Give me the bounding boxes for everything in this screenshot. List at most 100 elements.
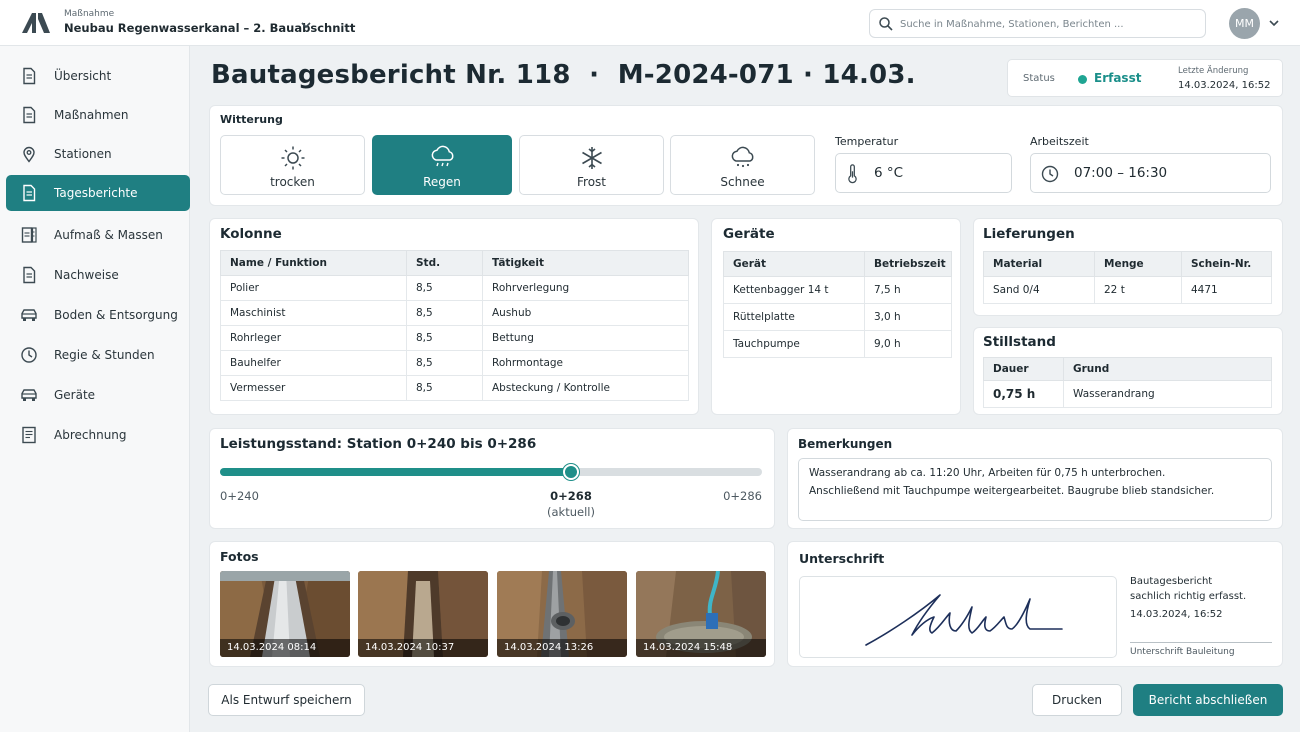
weather-option-label: Frost bbox=[577, 175, 606, 189]
snowflake-icon bbox=[582, 147, 602, 169]
sidebar-item-massnahmen[interactable]: Maßnahmen bbox=[6, 97, 190, 133]
top-bar: Maßnahme Neubau Regenwasserkanal – 2. Ba… bbox=[0, 0, 1300, 46]
column-header: Name / Funktion bbox=[220, 250, 407, 276]
delivery-material: Sand 0/4 bbox=[983, 276, 1095, 304]
crew-activity: Rohrverlegung bbox=[482, 275, 689, 301]
avatar[interactable]: MM bbox=[1229, 8, 1260, 39]
last-change-label: Letzte Änderung bbox=[1178, 66, 1249, 76]
remarks-textarea[interactable]: Wasserandrang ab ca. 11:20 Uhr, Arbeiten… bbox=[798, 458, 1272, 521]
delivery-quantity: 22 t bbox=[1094, 276, 1182, 304]
status-dot-icon bbox=[1078, 75, 1087, 84]
crew-activity: Bettung bbox=[482, 325, 689, 351]
photo-thumbnail[interactable]: 14.03.2024 10:37 bbox=[358, 571, 488, 657]
search-box[interactable] bbox=[869, 9, 1206, 38]
print-button[interactable]: Drucken bbox=[1032, 684, 1122, 716]
document-icon bbox=[19, 105, 39, 125]
downtime-table: Dauer Grund 0,75 h Wasserandrang bbox=[983, 357, 1272, 408]
table-row[interactable]: Bauhelfer 8,5 Rohrmontage bbox=[220, 350, 689, 376]
status-label: Status bbox=[1023, 73, 1055, 84]
crew-table: Name / Funktion Std. Tätigkeit Polier 8,5… bbox=[220, 250, 689, 401]
clock-icon bbox=[19, 345, 39, 365]
column-header: Grund bbox=[1063, 357, 1272, 381]
worktime-label: Arbeitszeit bbox=[1030, 135, 1089, 148]
crew-hours: 8,5 bbox=[406, 375, 483, 401]
sidebar-item-uebersicht[interactable]: Übersicht bbox=[6, 58, 190, 94]
photo-thumbnail[interactable]: 14.03.2024 15:48 bbox=[636, 571, 766, 657]
equipment-name: Rüttelplatte bbox=[723, 303, 865, 331]
truck-icon bbox=[19, 305, 39, 325]
temperature-field[interactable]: 6 °C bbox=[835, 153, 1012, 193]
save-draft-button[interactable]: Als Entwurf speichern bbox=[208, 684, 365, 716]
chevron-down-icon[interactable] bbox=[299, 18, 313, 32]
weather-option-frost[interactable]: Frost bbox=[519, 135, 664, 195]
weather-option-trocken[interactable]: trocken bbox=[220, 135, 365, 195]
weather-option-label: trocken bbox=[270, 175, 315, 189]
ruler-document-icon bbox=[19, 225, 39, 245]
page-title: Bautagesbericht Nr. 118 · M-2024-071 · 1… bbox=[211, 60, 916, 90]
sidebar-item-nachweise[interactable]: Nachweise bbox=[6, 257, 190, 293]
thermometer-icon bbox=[848, 164, 857, 184]
finish-report-button[interactable]: Bericht abschließen bbox=[1133, 684, 1283, 716]
signature-pad[interactable] bbox=[799, 576, 1117, 658]
deliveries-table: Material Menge Schein-Nr. Sand 0/4 22 t 44… bbox=[983, 251, 1272, 304]
sidebar-item-boden[interactable]: Boden & Entsorgung bbox=[6, 297, 190, 333]
status-card: Status Erfasst Letzte Änderung 14.03.202… bbox=[1007, 59, 1283, 97]
crew-activity: Aushub bbox=[482, 300, 689, 326]
table-row[interactable]: Maschinist 8,5 Aushub bbox=[220, 300, 689, 326]
table-row[interactable]: Sand 0/4 22 t 4471 bbox=[983, 276, 1272, 304]
sidebar-item-abrechnung[interactable]: Abrechnung bbox=[6, 417, 190, 453]
project-label: Maßnahme bbox=[64, 9, 115, 19]
weather-option-schnee[interactable]: Schnee bbox=[670, 135, 815, 195]
rain-cloud-icon bbox=[431, 145, 454, 167]
chevron-down-icon[interactable] bbox=[1267, 16, 1281, 30]
equipment-table: Gerät Betriebszeit Kettenbagger 14 t 7,5 … bbox=[723, 251, 952, 358]
worktime-field[interactable]: 07:00 – 16:30 bbox=[1030, 153, 1271, 193]
remarks-title: Bemerkungen bbox=[798, 437, 893, 451]
column-header: Gerät bbox=[723, 251, 865, 277]
table-row[interactable]: Rüttelplatte 3,0 h bbox=[723, 303, 952, 331]
table-row[interactable]: Tauchpumpe 9,0 h bbox=[723, 330, 952, 358]
search-input[interactable] bbox=[900, 15, 1200, 33]
crew-name: Maschinist bbox=[220, 300, 407, 326]
sidebar-item-label: Aufmaß & Massen bbox=[54, 228, 163, 242]
last-change-value: 14.03.2024, 16:52 bbox=[1178, 80, 1271, 91]
sun-icon bbox=[281, 146, 305, 170]
signature-date: 14.03.2024, 16:52 bbox=[1130, 609, 1223, 620]
crew-name: Bauhelfer bbox=[220, 350, 407, 376]
table-row[interactable]: Rohrleger 8,5 Bettung bbox=[220, 325, 689, 351]
photo-thumbnail[interactable]: 14.03.2024 08:14 bbox=[220, 571, 350, 657]
table-row[interactable]: Polier 8,5 Rohrverlegung bbox=[220, 275, 689, 301]
status-badge: Erfasst bbox=[1094, 71, 1142, 85]
column-header: Dauer bbox=[983, 357, 1064, 381]
temperature-value: 6 °C bbox=[874, 165, 904, 181]
handwritten-signature-icon bbox=[865, 594, 1063, 646]
sidebar-item-geraete[interactable]: Geräte bbox=[6, 377, 190, 413]
column-header: Material bbox=[983, 251, 1095, 277]
photos-title: Fotos bbox=[220, 549, 259, 564]
weather-option-regen[interactable]: Regen bbox=[372, 135, 512, 195]
crew-hours: 8,5 bbox=[406, 300, 483, 326]
table-row[interactable]: Vermesser 8,5 Absteckung / Kontrolle bbox=[220, 375, 689, 401]
weather-option-label: Schnee bbox=[720, 175, 765, 189]
photo-thumbnail[interactable]: 14.03.2024 13:26 bbox=[497, 571, 627, 657]
sidebar-item-regie[interactable]: Regie & Stunden bbox=[6, 337, 190, 373]
table-row[interactable]: Kettenbagger 14 t 7,5 h bbox=[723, 276, 952, 304]
sidebar-item-stationen[interactable]: Stationen bbox=[6, 136, 190, 172]
crew-hours: 8,5 bbox=[406, 350, 483, 376]
sidebar-item-tagesberichte[interactable]: Tagesberichte bbox=[6, 175, 190, 211]
column-header: Schein-Nr. bbox=[1181, 251, 1272, 277]
progress-start-label: 0+240 bbox=[220, 489, 259, 503]
progress-fill bbox=[220, 468, 572, 476]
sidebar-item-label: Stationen bbox=[54, 147, 112, 161]
equipment-hours: 3,0 h bbox=[864, 303, 952, 331]
equipment-hours: 9,0 h bbox=[864, 330, 952, 358]
table-row[interactable]: 0,75 h Wasserandrang bbox=[983, 380, 1272, 408]
signature-caption: Unterschrift Bauleitung bbox=[1130, 647, 1235, 657]
sidebar-item-label: Abrechnung bbox=[54, 428, 127, 442]
search-icon bbox=[879, 17, 893, 31]
document-icon bbox=[19, 66, 39, 86]
weather-title: Witterung bbox=[220, 113, 283, 126]
sidebar-item-aufmass[interactable]: Aufmaß & Massen bbox=[6, 217, 190, 253]
equipment-hours: 7,5 h bbox=[864, 276, 952, 304]
sidebar: Übersicht Maßnahmen Stationen Tagesberic… bbox=[0, 46, 190, 732]
